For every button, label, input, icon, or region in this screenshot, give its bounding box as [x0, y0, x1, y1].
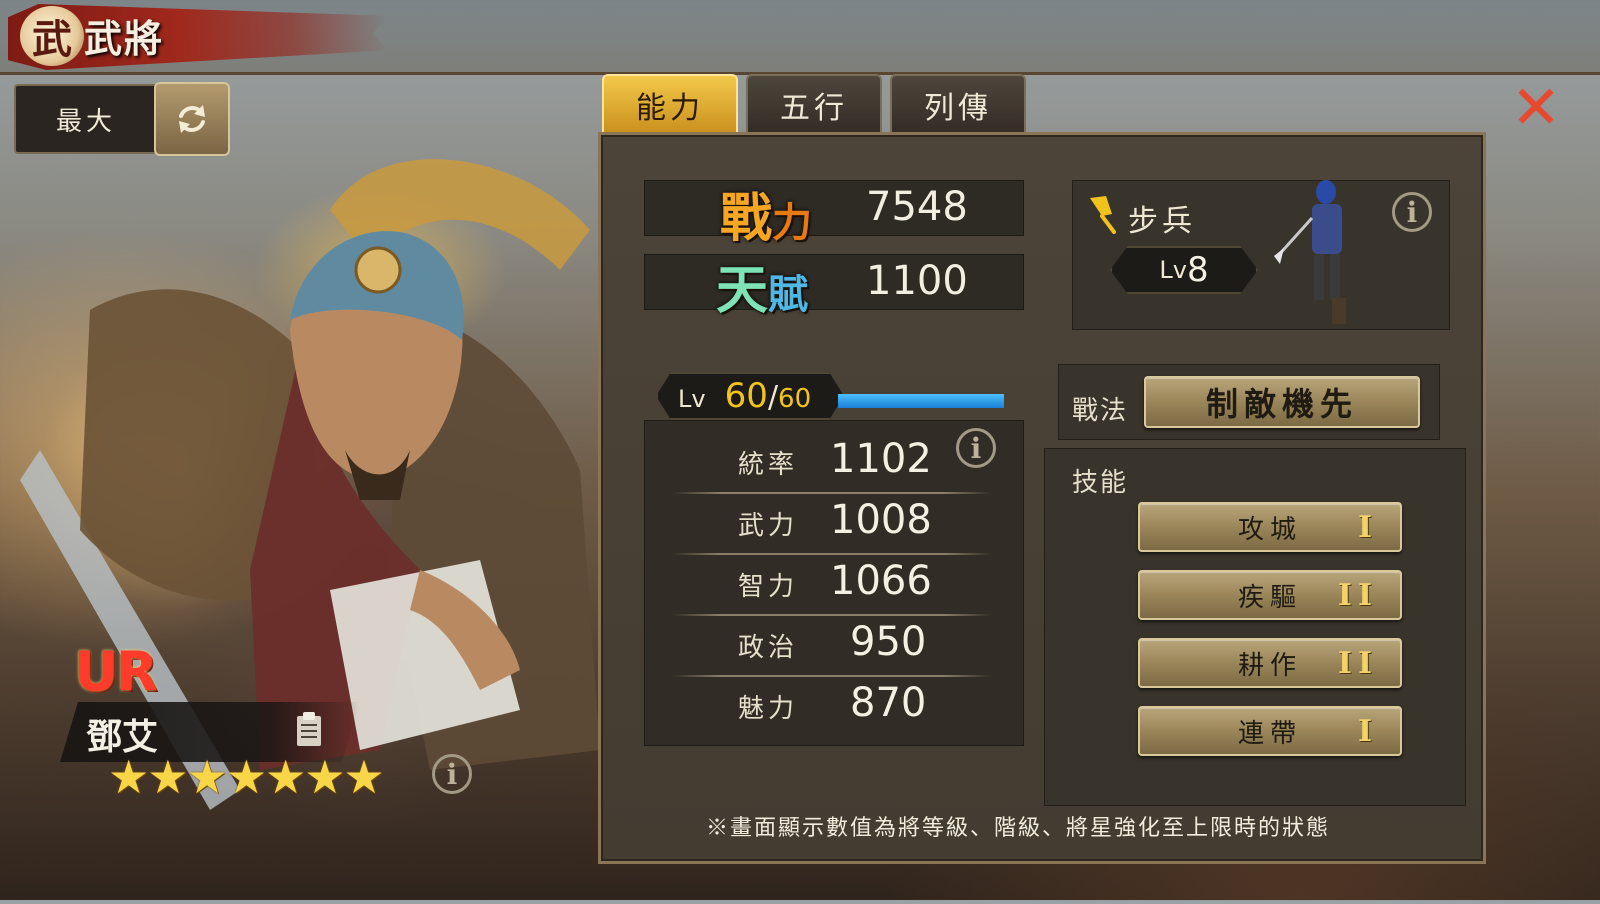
stat-label: 政治: [738, 633, 799, 663]
level-prefix: Lv: [678, 385, 706, 413]
unit-level-value: 8: [1186, 250, 1209, 290]
skill-button-link[interactable]: 連帶 I: [1138, 706, 1402, 756]
skill-name: 疾驅: [1237, 582, 1302, 613]
skill-name: 連帶: [1237, 718, 1302, 749]
stat-value: 950: [850, 619, 927, 665]
stat-value: 1008: [830, 497, 932, 543]
stat-row-command: 統率 1102: [672, 432, 992, 494]
max-level-toggle[interactable]: 最大: [14, 84, 158, 154]
skill-name: 攻城: [1237, 514, 1302, 545]
page-title: 武將: [84, 16, 165, 61]
power-label-char1: 戰: [720, 188, 773, 249]
unit-info-icon[interactable]: i: [1392, 192, 1432, 232]
star-rating: ★★★★★★★: [108, 750, 385, 804]
stat-row-intelligence: 智力 1066: [672, 554, 992, 616]
close-icon[interactable]: ✕: [1508, 78, 1564, 138]
tactic-label: 戰法: [1072, 396, 1129, 426]
unit-type-name: 步兵: [1128, 204, 1196, 239]
power-label-char2: 力: [772, 199, 813, 246]
skill-rank: I: [1357, 510, 1378, 545]
power-value: 7548: [866, 184, 968, 230]
stat-label: 統率: [738, 450, 799, 480]
stat-row-charisma: 魅力 870: [672, 676, 992, 736]
level-separator: /: [767, 380, 779, 415]
talent-label-char1: 天: [716, 260, 769, 321]
talent-value: 1100: [866, 258, 968, 304]
skill-button-swift[interactable]: 疾驅 II: [1138, 570, 1402, 620]
tactic-button[interactable]: 制敵機先: [1144, 376, 1420, 428]
skills-label: 技能: [1072, 468, 1129, 498]
general-emblem-icon: 武: [20, 6, 84, 66]
unit-level-pill: Lv 8: [1110, 246, 1258, 294]
skill-name: 耕作: [1237, 650, 1302, 681]
stat-label: 智力: [738, 572, 799, 602]
infantry-soldier-icon: [1274, 180, 1346, 324]
stat-value: 1102: [830, 436, 932, 482]
skill-rank: II: [1337, 578, 1378, 613]
skill-rank: I: [1357, 714, 1378, 749]
stat-row-politics: 政治 950: [672, 615, 992, 677]
stat-label: 武力: [738, 511, 799, 541]
skill-button-farming[interactable]: 耕作 II: [1138, 638, 1402, 688]
level-current: 60: [724, 376, 768, 416]
unit-flag-icon: [1090, 196, 1116, 234]
refresh-button[interactable]: [154, 82, 230, 156]
level-max: 60: [778, 384, 812, 414]
stat-row-strength: 武力 1008: [672, 493, 992, 555]
skill-button-siege[interactable]: 攻城 I: [1138, 502, 1402, 552]
power-label: 戰力: [720, 176, 812, 251]
refresh-icon: [179, 105, 205, 133]
clipboard-icon[interactable]: [294, 710, 324, 748]
talent-label: 天賦: [716, 248, 808, 323]
unit-level-prefix: Lv: [1159, 256, 1187, 284]
skill-rank: II: [1337, 646, 1378, 681]
tab-biography[interactable]: 列傳: [890, 74, 1026, 136]
footnote: ※畫面顯示數值為將等級、階級、將星強化至上限時的狀態: [706, 816, 1331, 841]
level-readout: Lv 60/60: [678, 376, 811, 416]
general-info-icon[interactable]: i: [432, 754, 472, 794]
talent-label-char2: 賦: [768, 271, 809, 318]
exp-bar-fill: [838, 394, 1004, 408]
stat-value: 870: [850, 680, 927, 726]
tab-ability[interactable]: 能力: [602, 74, 738, 136]
rarity-badge: UR: [74, 640, 157, 703]
tab-five-elements[interactable]: 五行: [746, 74, 882, 136]
stat-value: 1066: [830, 558, 932, 604]
stat-label: 魅力: [738, 694, 799, 724]
